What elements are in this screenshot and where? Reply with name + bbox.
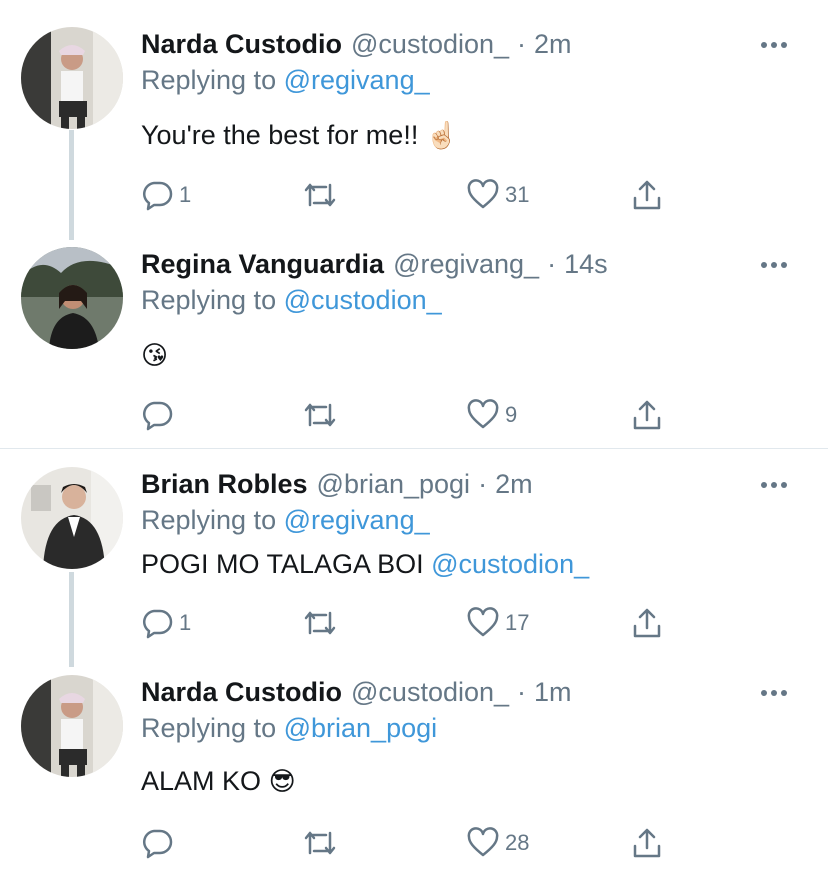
replying-mention-link[interactable]: @brian_pogi xyxy=(284,713,438,743)
author-name[interactable]: Narda Custodio xyxy=(141,675,342,709)
like-button[interactable]: 17 xyxy=(467,606,529,640)
retweet-icon xyxy=(304,183,336,207)
like-count: 31 xyxy=(505,182,530,207)
avatar[interactable] xyxy=(21,247,123,349)
author-name[interactable]: Regina Vanguardia xyxy=(141,247,384,281)
separator-dot: · xyxy=(517,677,527,707)
retweet-button[interactable] xyxy=(302,398,338,432)
more-icon[interactable] xyxy=(761,481,787,489)
retweet-button[interactable] xyxy=(302,826,338,860)
like-button[interactable]: 31 xyxy=(467,178,529,212)
kiss-emoji: 😘 xyxy=(141,341,169,371)
like-icon xyxy=(467,607,499,637)
tweet-text-content: You're the best for me!! xyxy=(141,120,419,150)
like-icon xyxy=(467,399,499,429)
tweet-actions: 1 17 xyxy=(141,606,671,640)
like-count: 28 xyxy=(505,830,530,855)
tweet-text: You're the best for me!! ☝🏻 xyxy=(141,118,458,153)
reply-icon xyxy=(142,401,173,431)
retweet-icon xyxy=(304,403,336,427)
thread-line xyxy=(69,572,74,667)
like-icon xyxy=(467,179,499,209)
tweet-text: ALAM KO 😎 xyxy=(141,764,296,799)
sunglasses-emoji: 😎 xyxy=(268,767,296,797)
timestamp[interactable]: 2m xyxy=(534,27,572,61)
replying-to: Replying to @regivang_ xyxy=(141,503,430,537)
replying-mention-link[interactable]: @custodion_ xyxy=(284,285,442,315)
reply-icon xyxy=(142,829,173,859)
author-name[interactable]: Brian Robles xyxy=(141,467,308,501)
more-icon[interactable] xyxy=(761,261,787,269)
timestamp[interactable]: 2m xyxy=(495,467,533,501)
replying-mention-link[interactable]: @regivang_ xyxy=(284,65,430,95)
avatar[interactable] xyxy=(21,27,123,129)
share-button[interactable] xyxy=(631,606,663,640)
share-icon xyxy=(633,608,661,638)
author-handle[interactable]: @brian_pogi xyxy=(317,467,471,501)
avatar[interactable] xyxy=(21,675,123,777)
author-handle[interactable]: @custodion_ xyxy=(351,27,509,61)
author-handle[interactable]: @regivang_ xyxy=(393,247,539,281)
retweet-button[interactable] xyxy=(302,606,338,640)
like-count: 17 xyxy=(505,610,530,635)
reply-button[interactable]: 1 xyxy=(141,178,191,212)
share-button[interactable] xyxy=(631,398,663,432)
timestamp[interactable]: 1m xyxy=(534,675,572,709)
point-up-emoji: ☝🏻 xyxy=(425,121,459,151)
like-button[interactable]: 28 xyxy=(467,826,529,860)
tweet-text-content: POGI MO TALAGA BOI xyxy=(141,549,424,579)
replying-label: Replying to xyxy=(141,65,277,95)
tweet-mention-link[interactable]: @custodion_ xyxy=(431,549,589,579)
share-icon xyxy=(633,400,661,430)
author-name[interactable]: Narda Custodio xyxy=(141,27,342,61)
tweet-actions: 9 xyxy=(141,398,671,432)
replying-to: Replying to @regivang_ xyxy=(141,63,430,97)
share-button[interactable] xyxy=(631,178,663,212)
tweet-text: POGI MO TALAGA BOI @custodion_ xyxy=(141,547,589,581)
tweet-actions: 28 xyxy=(141,826,671,860)
replying-to: Replying to @custodion_ xyxy=(141,283,442,317)
share-icon xyxy=(633,828,661,858)
replying-label: Replying to xyxy=(141,505,277,535)
reply-icon xyxy=(142,181,173,211)
like-count: 9 xyxy=(505,402,518,427)
tweet-actions: 1 31 xyxy=(141,178,671,212)
author-handle[interactable]: @custodion_ xyxy=(351,675,509,709)
reply-button[interactable] xyxy=(141,826,179,860)
retweet-icon xyxy=(304,831,336,855)
reply-icon xyxy=(142,609,173,639)
tweet-text-content: ALAM KO xyxy=(141,766,262,796)
share-icon xyxy=(633,180,661,210)
reply-button[interactable] xyxy=(141,398,179,432)
separator-dot: · xyxy=(478,469,488,499)
tweet-text: 😘 xyxy=(141,338,168,373)
more-icon[interactable] xyxy=(761,41,787,49)
avatar[interactable] xyxy=(21,467,123,569)
like-button[interactable]: 9 xyxy=(467,398,517,432)
more-icon[interactable] xyxy=(761,689,787,697)
reply-count: 1 xyxy=(179,182,192,207)
timestamp[interactable]: 14s xyxy=(564,247,608,281)
retweet-icon xyxy=(304,611,336,635)
divider xyxy=(0,448,828,449)
like-icon xyxy=(467,827,499,857)
separator-dot: · xyxy=(517,29,527,59)
reply-button[interactable]: 1 xyxy=(141,606,191,640)
replying-mention-link[interactable]: @regivang_ xyxy=(284,505,430,535)
replying-label: Replying to xyxy=(141,285,277,315)
separator-dot: · xyxy=(547,249,557,279)
share-button[interactable] xyxy=(631,826,663,860)
retweet-button[interactable] xyxy=(302,178,338,212)
thread-line xyxy=(69,130,74,240)
replying-label: Replying to xyxy=(141,713,277,743)
replying-to: Replying to @brian_pogi xyxy=(141,711,437,745)
reply-count: 1 xyxy=(179,610,192,635)
